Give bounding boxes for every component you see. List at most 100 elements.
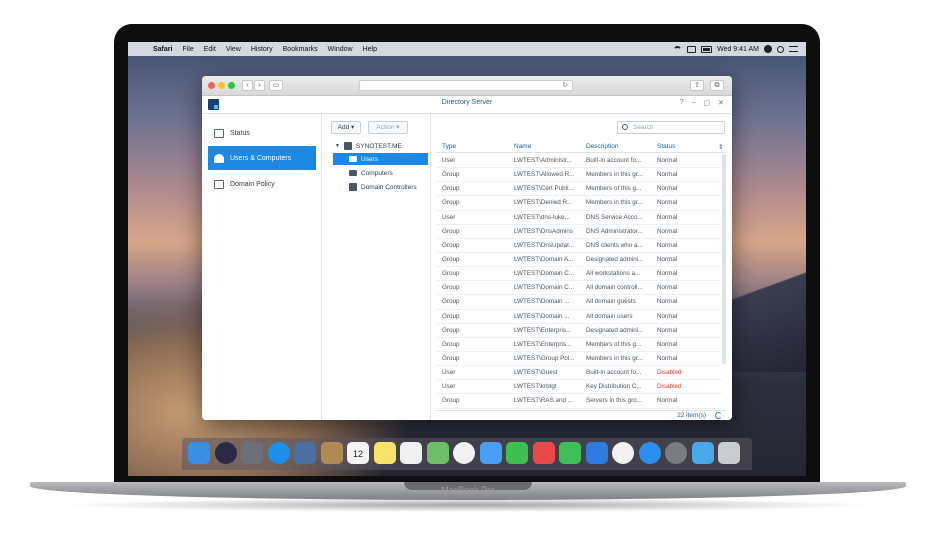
column-options-icon[interactable]: ⇕ (718, 143, 723, 151)
calendar-day: 12 (352, 449, 363, 459)
reminders-icon[interactable] (400, 442, 422, 464)
table-row[interactable]: Group LWTEST\DnsUpdat... DNS clients who a… (436, 239, 722, 253)
facetime-icon[interactable] (506, 442, 528, 464)
menu-help[interactable]: Help (358, 46, 382, 53)
table-row[interactable]: Group LWTEST\Cert Publi... Members of this… (436, 182, 722, 197)
contacts-icon[interactable] (320, 442, 343, 464)
column-header-type[interactable]: Type (442, 143, 456, 150)
menu-window[interactable]: Window (323, 46, 358, 53)
menu-clock[interactable]: Wed 9:41 AM (717, 46, 759, 53)
notes-icon[interactable] (373, 442, 396, 464)
sidebar-item-users-computers[interactable]: Users & Computers (208, 146, 316, 170)
sidebar-item-domain-policy[interactable]: Domain Policy (208, 172, 316, 196)
table-row[interactable]: Group LWTEST\Domain ... All domain users No… (436, 310, 722, 324)
menu-edit[interactable]: Edit (199, 46, 221, 53)
table-row[interactable]: Group LWTEST\RAS and ... Servers in this g… (436, 394, 722, 409)
tree-node-computers[interactable]: Computers (349, 167, 393, 179)
close-window-icon[interactable] (208, 82, 215, 89)
refresh-icon[interactable] (715, 412, 722, 419)
cell-type: Group (442, 241, 460, 249)
news-icon[interactable] (532, 442, 555, 464)
numbers-icon[interactable] (559, 442, 581, 464)
notification-center-icon[interactable] (789, 46, 798, 52)
airplay-icon[interactable] (687, 45, 697, 53)
app-title-bar: Directory Server ? – ▢ ✕ (202, 96, 732, 114)
user-icon[interactable] (764, 45, 772, 53)
column-header-description[interactable]: Description (586, 143, 619, 150)
safari-icon[interactable] (267, 442, 290, 464)
minimize-icon[interactable]: – (692, 99, 696, 107)
table-row[interactable]: Group LWTEST\Allowed R... Members in this … (436, 168, 722, 183)
trash-icon[interactable] (718, 442, 740, 464)
help-icon[interactable]: ? (680, 99, 684, 107)
table-row[interactable]: Group LWTEST\Denied R... Members in this g… (436, 196, 722, 211)
table-row[interactable]: Group LWTEST\Domain A... Designated admini… (436, 253, 722, 268)
menu-history[interactable]: History (246, 46, 278, 53)
share-icon[interactable]: ⇪ (690, 80, 704, 91)
maximize-icon[interactable]: ▢ (704, 99, 711, 107)
table-row[interactable]: Group LWTEST\Domain C... All domain contro… (436, 281, 722, 296)
reload-icon[interactable]: ↻ (562, 81, 568, 89)
macos-menu-bar: Safari File Edit View History Bookmarks … (128, 42, 806, 56)
maps-icon[interactable] (426, 442, 449, 464)
tree-node-domain-controllers[interactable]: Domain Controllers (349, 181, 417, 193)
table-row[interactable]: Group LWTEST\Group Pol... Members in this … (436, 352, 722, 367)
table-row[interactable]: User LWTEST\Administr... Built-in account … (436, 154, 722, 169)
menu-view[interactable]: View (221, 46, 246, 53)
column-header-name[interactable]: Name (514, 143, 531, 150)
calendar-icon[interactable]: 12 (347, 442, 369, 464)
menu-file[interactable]: File (177, 46, 198, 53)
back-button[interactable]: ‹ (242, 80, 253, 91)
zoom-window-icon[interactable] (228, 82, 235, 89)
tree-node-users[interactable]: Users (333, 153, 428, 165)
table-row[interactable]: Group LWTEST\Enterpris... Designated admin… (436, 324, 722, 338)
cell-type: Group (442, 326, 460, 334)
domain-controller-icon (349, 183, 357, 191)
siri-icon[interactable] (214, 442, 237, 464)
folder-icon (349, 170, 357, 176)
close-icon[interactable]: ✕ (718, 99, 724, 107)
table-row[interactable]: Group LWTEST\Enterpris... Members of this … (436, 338, 722, 352)
add-button[interactable]: Add ▾ (331, 121, 361, 134)
table-row[interactable]: Group LWTEST\Domain C... All workstations … (436, 267, 722, 282)
chevron-down-icon[interactable]: ▼ (335, 143, 340, 149)
search-placeholder: Search (633, 124, 654, 131)
app-store-icon[interactable] (638, 442, 661, 464)
table-row[interactable]: User LWTEST\Guest Built-in account fo... Di… (436, 366, 722, 381)
minimize-window-icon[interactable] (218, 82, 225, 89)
launchpad-icon[interactable] (241, 442, 263, 464)
messages-icon[interactable] (479, 442, 502, 464)
battery-icon[interactable] (701, 45, 713, 53)
music-icon[interactable] (612, 442, 634, 464)
keynote-icon[interactable] (585, 442, 608, 464)
spotlight-icon[interactable] (777, 45, 784, 53)
photos-icon[interactable] (453, 442, 475, 464)
table-row[interactable]: Group LWTEST\Domain ... All domain guests N… (436, 295, 722, 310)
sidebar-toggle-icon[interactable]: ▭ (269, 80, 283, 91)
menu-bookmarks[interactable]: Bookmarks (278, 46, 323, 53)
finder-icon[interactable] (188, 442, 210, 464)
sidebar-item-status[interactable]: Status (208, 121, 316, 145)
forward-button[interactable]: › (254, 80, 265, 91)
cell-type: Group (442, 354, 460, 362)
system-preferences-icon[interactable] (665, 442, 687, 464)
tabs-overview-icon[interactable]: ⧉ (710, 80, 724, 91)
downloads-icon[interactable] (691, 442, 714, 464)
address-bar[interactable]: ↻ (359, 80, 573, 91)
menu-safari[interactable]: Safari (148, 46, 177, 53)
cell-name: LWTEST\Allowed R... (514, 171, 575, 179)
cell-status: Normal (657, 340, 678, 348)
grid-scrollbar[interactable] (722, 154, 726, 364)
table-row[interactable]: User LWTEST\dns-luke... DNS Service Acco..… (436, 211, 722, 225)
column-header-status[interactable]: Status (657, 143, 675, 150)
cell-name: LWTEST\RAS and ... (514, 397, 574, 405)
wifi-icon[interactable] (673, 45, 683, 53)
photos-viewer-icon[interactable] (294, 442, 316, 464)
cell-description: Built-in account fo... (586, 369, 642, 377)
action-button[interactable]: Action ▾ (368, 121, 408, 134)
table-row[interactable]: User LWTEST\krbtgt Key Distribution C... Di… (436, 380, 722, 395)
tree-node-domain[interactable]: ▼ SYNOTEST.ME (335, 140, 402, 152)
search-field[interactable]: Search (617, 121, 725, 134)
table-row[interactable]: Group LWTEST\DnsAdmins DNS Administrator..… (436, 225, 722, 239)
directory-server-app: Directory Server ? – ▢ ✕ Status Users & … (202, 96, 732, 420)
